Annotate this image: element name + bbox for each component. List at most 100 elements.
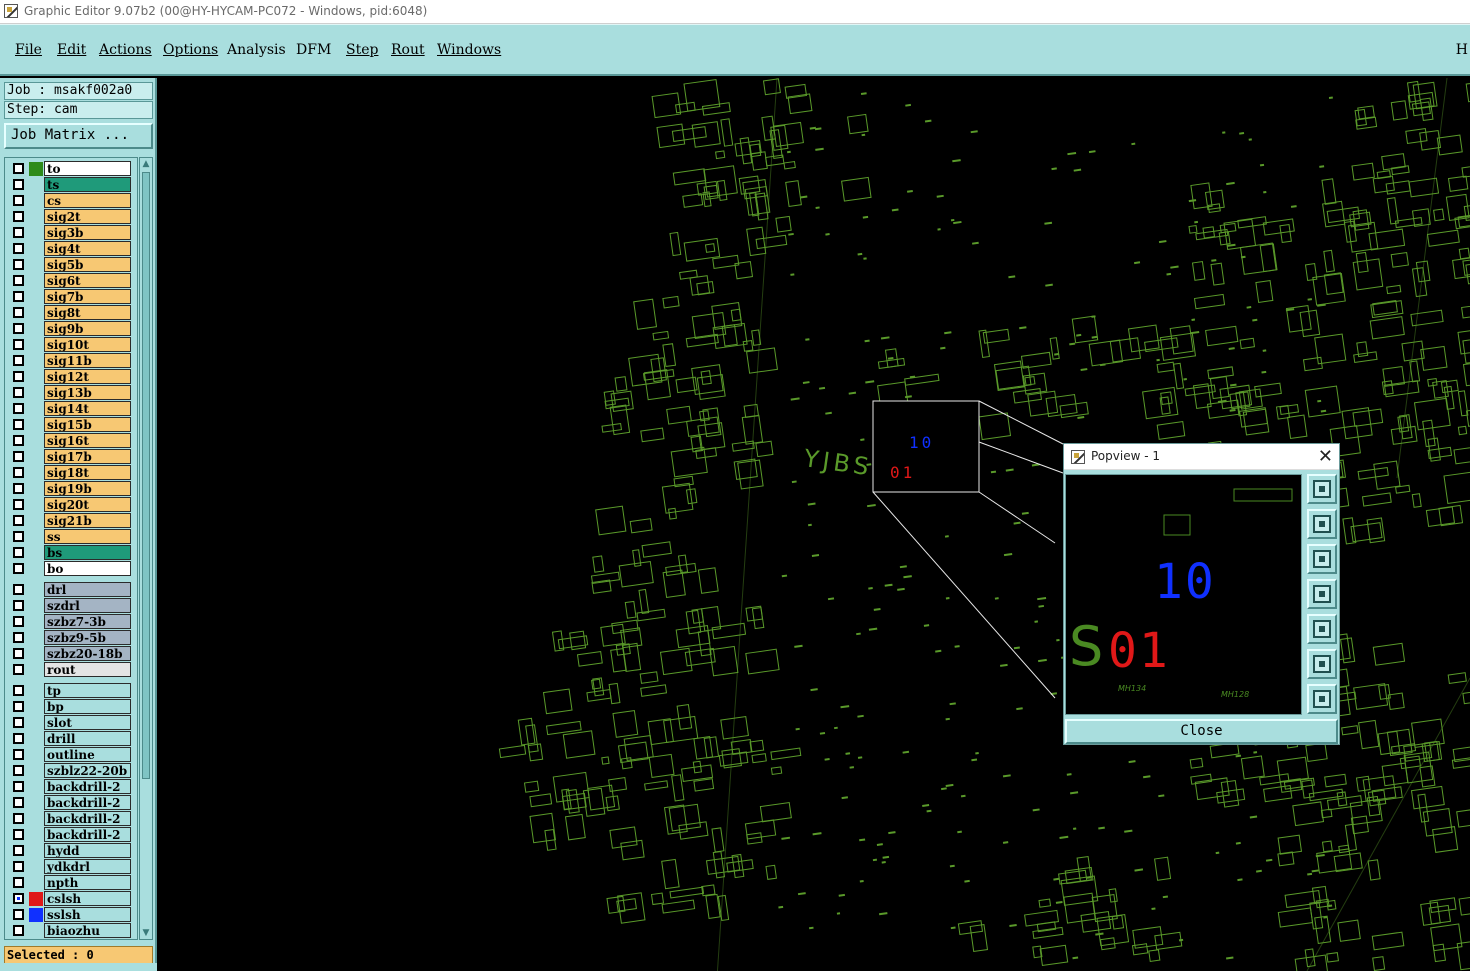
layer-checkbox[interactable] — [13, 664, 24, 675]
layer-checkbox[interactable] — [13, 765, 24, 776]
layer-checkbox[interactable] — [13, 547, 24, 558]
layer-row[interactable]: sig7b — [8, 289, 134, 304]
layer-checkbox[interactable] — [13, 403, 24, 414]
layer-checkbox[interactable] — [13, 531, 24, 542]
layer-row[interactable]: sslsh — [8, 907, 134, 922]
layer-name[interactable]: sig16t — [44, 433, 131, 448]
layer-row[interactable]: hydd — [8, 843, 134, 858]
layer-row[interactable]: cslsh — [8, 891, 134, 906]
layer-row[interactable]: sig6t — [8, 273, 134, 288]
layer-row[interactable]: bo — [8, 561, 134, 576]
layer-name[interactable]: outline — [44, 747, 131, 762]
layer-name[interactable]: sig21b — [44, 513, 131, 528]
layer-row[interactable]: sig8t — [8, 305, 134, 320]
layer-checkbox[interactable] — [13, 451, 24, 462]
layer-checkbox[interactable] — [13, 829, 24, 840]
layer-name[interactable]: sig8t — [44, 305, 131, 320]
layer-name[interactable]: cslsh — [44, 891, 131, 906]
layer-name[interactable]: sig15b — [44, 417, 131, 432]
layer-row[interactable]: backdrill-2 — [8, 811, 134, 826]
layer-checkbox[interactable] — [13, 893, 24, 904]
layer-row[interactable]: sig5b — [8, 257, 134, 272]
layer-checkbox[interactable] — [13, 648, 24, 659]
layer-checkbox[interactable] — [13, 179, 24, 190]
menu-file[interactable]: File — [15, 42, 42, 58]
layer-checkbox[interactable] — [13, 717, 24, 728]
layer-checkbox[interactable] — [13, 813, 24, 824]
layer-name[interactable]: szbz9-5b — [44, 630, 131, 645]
layer-row[interactable]: to — [8, 161, 134, 176]
menu-analysis[interactable]: Analysis — [227, 42, 286, 58]
layer-row[interactable]: bs — [8, 545, 134, 560]
layer-checkbox[interactable] — [13, 701, 24, 712]
popview-viewport[interactable]: S 10 01 MH134 MH128 — [1065, 474, 1302, 715]
layer-color-swatch[interactable] — [29, 892, 43, 906]
layer-row[interactable]: tp — [8, 683, 134, 698]
job-matrix-button[interactable]: Job Matrix ... — [4, 123, 153, 149]
layer-name[interactable]: sig19b — [44, 481, 131, 496]
layer-name[interactable]: sig14t — [44, 401, 131, 416]
layer-name[interactable]: sig11b — [44, 353, 131, 368]
layer-row[interactable]: sig3b — [8, 225, 134, 240]
layer-name[interactable]: biaozhu — [44, 923, 131, 938]
layer-checkbox[interactable] — [13, 584, 24, 595]
pan-right-icon[interactable] — [1307, 614, 1337, 644]
layer-name[interactable]: sig6t — [44, 273, 131, 288]
layer-name[interactable]: drill — [44, 731, 131, 746]
layer-name[interactable]: sig5b — [44, 257, 131, 272]
menu-help[interactable]: H — [1456, 42, 1468, 58]
pan-left-icon[interactable] — [1307, 579, 1337, 609]
layer-checkbox[interactable] — [13, 243, 24, 254]
layer-name[interactable]: sslsh — [44, 907, 131, 922]
layer-name[interactable]: hydd — [44, 843, 131, 858]
layer-checkbox[interactable] — [13, 499, 24, 510]
layer-row[interactable]: szbz20-18b — [8, 646, 134, 661]
layer-name[interactable]: sig17b — [44, 449, 131, 464]
layer-row[interactable]: biaozhu — [8, 923, 134, 938]
zoom-out-icon[interactable] — [1307, 684, 1337, 714]
layer-row[interactable]: sig11b — [8, 353, 134, 368]
layer-name[interactable]: backdrill-2 — [44, 779, 131, 794]
layer-checkbox[interactable] — [13, 387, 24, 398]
layer-checkbox[interactable] — [13, 163, 24, 174]
layer-name[interactable]: bs — [44, 545, 131, 560]
layer-checkbox[interactable] — [13, 211, 24, 222]
layer-checkbox[interactable] — [13, 749, 24, 760]
layer-row[interactable]: drl — [8, 582, 134, 597]
layer-checkbox[interactable] — [13, 925, 24, 936]
layer-checkbox[interactable] — [13, 685, 24, 696]
layer-name[interactable]: cs — [44, 193, 131, 208]
layer-name[interactable]: szbz20-18b — [44, 646, 131, 661]
layer-checkbox[interactable] — [13, 291, 24, 302]
layer-name[interactable]: szbz7-3b — [44, 614, 131, 629]
pan-up-icon[interactable] — [1307, 509, 1337, 539]
layer-checkbox[interactable] — [13, 483, 24, 494]
layer-name[interactable]: backdrill-2 — [44, 811, 131, 826]
layer-row[interactable]: sig17b — [8, 449, 134, 464]
layer-checkbox[interactable] — [13, 600, 24, 611]
layer-row[interactable]: sig2t — [8, 209, 134, 224]
layer-name[interactable]: sig10t — [44, 337, 131, 352]
scroll-down-icon[interactable]: ▼ — [141, 928, 151, 938]
layer-row[interactable]: ydkdrl — [8, 859, 134, 874]
layer-checkbox[interactable] — [13, 355, 24, 366]
close-icon[interactable]: ✕ — [1318, 446, 1333, 467]
layer-checkbox[interactable] — [13, 307, 24, 318]
layer-checkbox[interactable] — [13, 632, 24, 643]
layer-list-scrollbar[interactable]: ▲ ▼ — [139, 157, 153, 940]
layer-row[interactable]: backdrill-2 — [8, 779, 134, 794]
layer-row[interactable]: slot — [8, 715, 134, 730]
layer-name[interactable]: szdrl — [44, 598, 131, 613]
layer-checkbox[interactable] — [13, 797, 24, 808]
layer-name[interactable]: sig2t — [44, 209, 131, 224]
layer-row[interactable]: sig12t — [8, 369, 134, 384]
layer-checkbox[interactable] — [13, 616, 24, 627]
layer-row[interactable]: sig10t — [8, 337, 134, 352]
scroll-up-icon[interactable]: ▲ — [141, 159, 151, 169]
layer-name[interactable]: to — [44, 161, 131, 176]
scrollbar-thumb[interactable] — [142, 172, 150, 779]
layer-row[interactable]: backdrill-2 — [8, 827, 134, 842]
layer-row[interactable]: sig4t — [8, 241, 134, 256]
layer-color-swatch[interactable] — [29, 162, 43, 176]
zoom-fit-icon[interactable] — [1307, 474, 1337, 504]
